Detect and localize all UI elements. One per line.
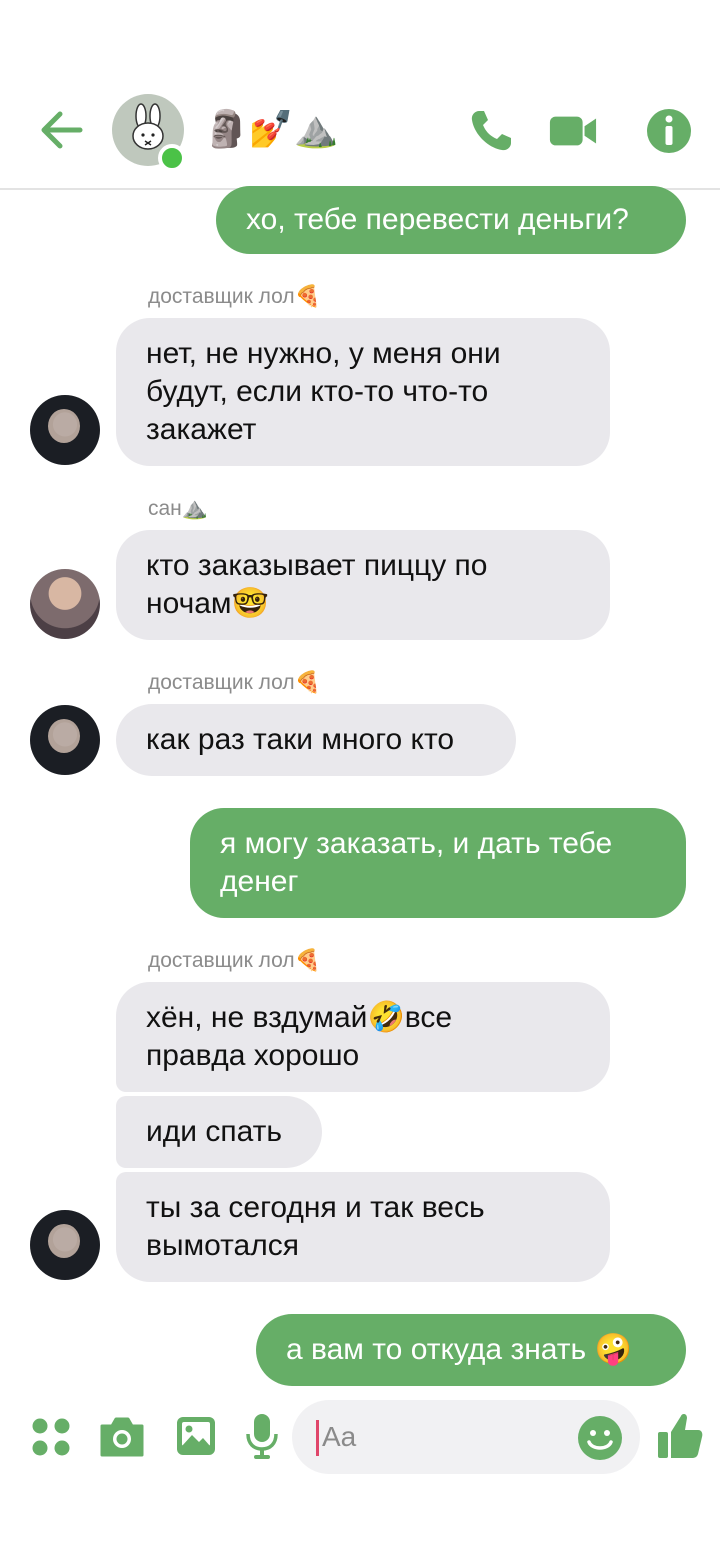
gallery-icon[interactable]	[174, 1414, 218, 1458]
microphone-icon[interactable]	[244, 1412, 280, 1460]
sender-avatar[interactable]	[30, 569, 100, 639]
text-cursor	[316, 1420, 319, 1456]
message-bubble-incoming[interactable]: как раз таки много кто	[116, 704, 516, 776]
message-bubble-outgoing[interactable]: хо, тебе перевести деньги?	[216, 186, 686, 254]
phone-icon[interactable]	[466, 106, 516, 156]
sender-name: доставщик лол🍕	[148, 949, 321, 972]
message-bubble-outgoing[interactable]: а вам то откуда знать 🤪	[256, 1314, 686, 1386]
sender-name: сан⛰️	[148, 497, 208, 520]
chat-header: 🗿💅⛰️	[0, 0, 720, 190]
apps-grid-icon[interactable]	[30, 1416, 72, 1458]
online-status-dot	[158, 144, 186, 172]
chat-title[interactable]: 🗿💅⛰️	[204, 108, 338, 152]
sender-avatar[interactable]	[30, 395, 100, 465]
sender-name: доставщик лол🍕	[148, 285, 321, 308]
sender-avatar[interactable]	[30, 1210, 100, 1280]
emoji-icon[interactable]	[576, 1414, 624, 1462]
message-bubble-incoming[interactable]: нет, не нужно, у меня они будут, если кт…	[116, 318, 610, 466]
info-icon[interactable]	[644, 106, 694, 156]
sender-name: доставщик лол🍕	[148, 671, 321, 694]
camera-icon[interactable]	[98, 1414, 146, 1460]
message-input-placeholder: Aa	[322, 1421, 357, 1452]
message-bubble-outgoing[interactable]: я могу заказать, и дать тебе денег	[190, 808, 686, 918]
message-bubble-incoming[interactable]: иди спать	[116, 1096, 322, 1168]
message-bubble-incoming[interactable]: ты за сегодня и так весь вымотался	[116, 1172, 610, 1282]
message-bubble-incoming[interactable]: кто заказывает пиццу по ночам🤓	[116, 530, 610, 640]
back-arrow-icon[interactable]	[36, 104, 88, 156]
video-call-icon[interactable]	[548, 106, 598, 156]
message-bubble-incoming[interactable]: хён, не вздумай🤣все правда хорошо	[116, 982, 610, 1092]
sender-avatar[interactable]	[30, 705, 100, 775]
thumbs-up-icon[interactable]	[656, 1410, 704, 1462]
